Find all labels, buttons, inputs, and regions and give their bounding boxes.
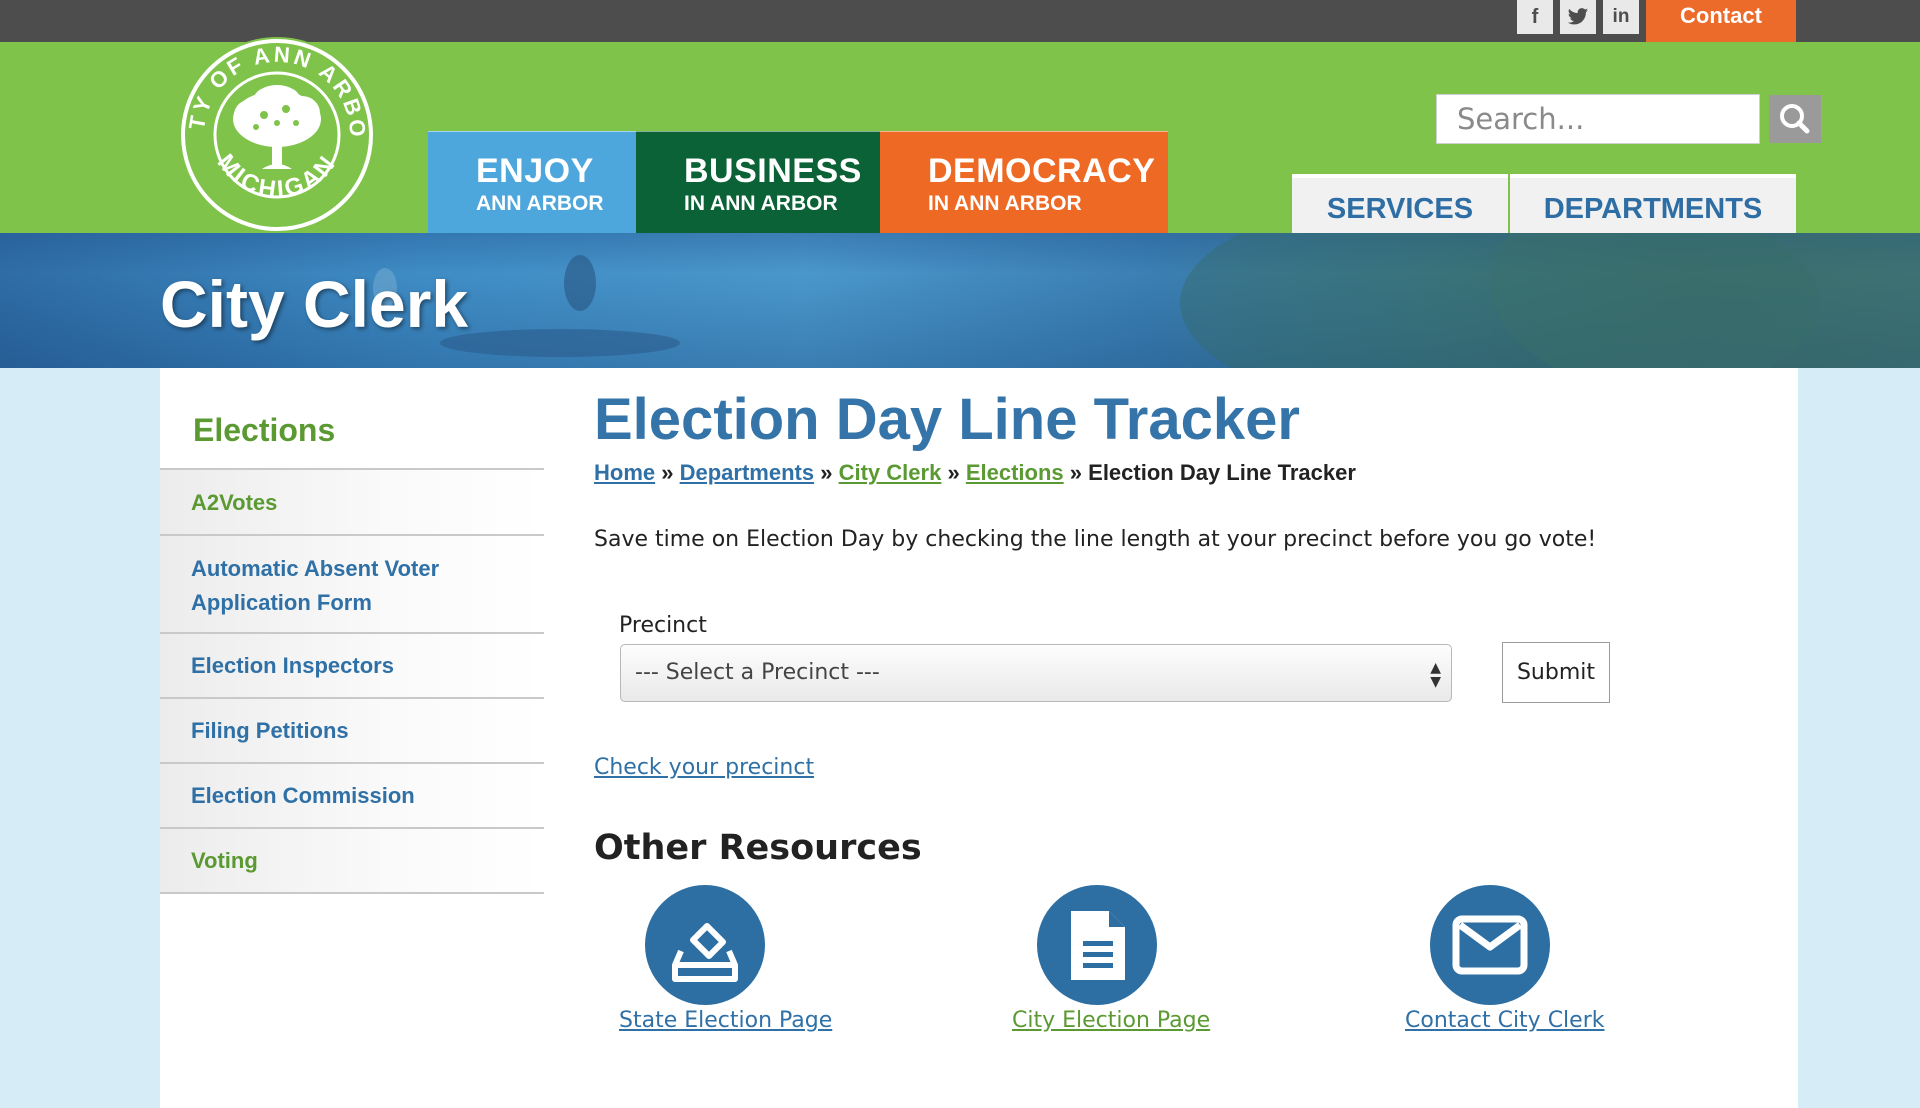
tab-services[interactable]: SERVICES <box>1292 174 1508 233</box>
search-input[interactable]: Search... <box>1436 94 1760 144</box>
envelope-icon <box>1452 915 1528 975</box>
breadcrumb-separator: » <box>820 460 833 485</box>
tab-departments[interactable]: DEPARTMENTS <box>1510 174 1796 233</box>
state-election-button[interactable] <box>645 885 765 1005</box>
search-button[interactable] <box>1769 95 1821 143</box>
sidebar-nav: A2Votes Automatic Absent Voter Applicati… <box>160 468 544 894</box>
breadcrumb: Home » Departments » City Clerk » Electi… <box>594 460 1356 486</box>
breadcrumb-separator: » <box>947 460 960 485</box>
nav-enjoy-ann-arbor[interactable]: ENJOY ANN ARBOR <box>428 131 636 233</box>
breadcrumb-departments[interactable]: Departments <box>680 460 814 485</box>
precinct-selected-value: --- Select a Precinct --- <box>635 660 880 685</box>
breadcrumb-current: Election Day Line Tracker <box>1088 460 1356 485</box>
city-logo[interactable]: CITY OF ANN ARBOR MICHIGAN <box>165 0 380 255</box>
city-election-link[interactable]: City Election Page <box>1012 1008 1210 1033</box>
breadcrumb-separator: » <box>661 460 674 485</box>
nav-business-title: BUSINESS <box>684 152 862 190</box>
contact-button[interactable]: Contact <box>1646 0 1796 42</box>
nav-democracy-title: DEMOCRACY <box>928 152 1156 190</box>
sidebar-item-automatic-absent-voter[interactable]: Automatic Absent Voter Application Form <box>160 534 544 632</box>
nav-enjoy-title: ENJOY <box>476 152 594 190</box>
precinct-select[interactable]: --- Select a Precinct --- ▲ ▼ <box>620 644 1452 702</box>
precinct-label: Precinct <box>619 613 707 638</box>
other-resources-heading: Other Resources <box>594 828 922 868</box>
tree-seal-icon: CITY OF ANN ARBOR MICHIGAN <box>165 0 375 233</box>
sidebar-item-voting[interactable]: Voting <box>160 827 544 894</box>
sidebar-item-a2votes[interactable]: A2Votes <box>160 468 544 534</box>
sidebar-title[interactable]: Elections <box>193 412 335 449</box>
select-arrows-icon: ▲ ▼ <box>1430 660 1441 690</box>
sidebar-item-election-inspectors[interactable]: Election Inspectors <box>160 632 544 697</box>
linkedin-icon[interactable]: in <box>1603 0 1639 34</box>
twitter-icon[interactable] <box>1560 0 1596 34</box>
city-election-button[interactable] <box>1037 885 1157 1005</box>
check-precinct-link[interactable]: Check your precinct <box>594 755 814 780</box>
submit-button[interactable]: Submit <box>1502 642 1610 703</box>
breadcrumb-city-clerk[interactable]: City Clerk <box>839 460 942 485</box>
sidebar-item-filing-petitions[interactable]: Filing Petitions <box>160 697 544 762</box>
document-icon <box>1071 911 1125 980</box>
facebook-icon[interactable]: f <box>1517 0 1553 34</box>
nav-business-in-ann-arbor[interactable]: BUSINESS IN ANN ARBOR <box>636 131 880 233</box>
nav-business-subtitle: IN ANN ARBOR <box>684 192 838 215</box>
nav-democracy-in-ann-arbor[interactable]: DEMOCRACY IN ANN ARBOR <box>880 131 1168 233</box>
contact-clerk-link[interactable]: Contact City Clerk <box>1405 1008 1605 1033</box>
intro-text: Save time on Election Day by checking th… <box>594 527 1597 552</box>
ballot-box-icon <box>672 923 738 982</box>
sidebar-item-election-commission[interactable]: Election Commission <box>160 762 544 827</box>
breadcrumb-separator: » <box>1069 460 1083 485</box>
page-title: Election Day Line Tracker <box>594 387 1300 452</box>
breadcrumb-home[interactable]: Home <box>594 460 655 485</box>
section-title: City Clerk <box>160 267 469 341</box>
breadcrumb-elections[interactable]: Elections <box>966 460 1064 485</box>
nav-enjoy-subtitle: ANN ARBOR <box>476 192 604 215</box>
contact-clerk-button[interactable] <box>1430 885 1550 1005</box>
state-election-link[interactable]: State Election Page <box>619 1008 832 1033</box>
search-icon <box>1780 104 1810 134</box>
nav-democracy-subtitle: IN ANN ARBOR <box>928 192 1082 215</box>
